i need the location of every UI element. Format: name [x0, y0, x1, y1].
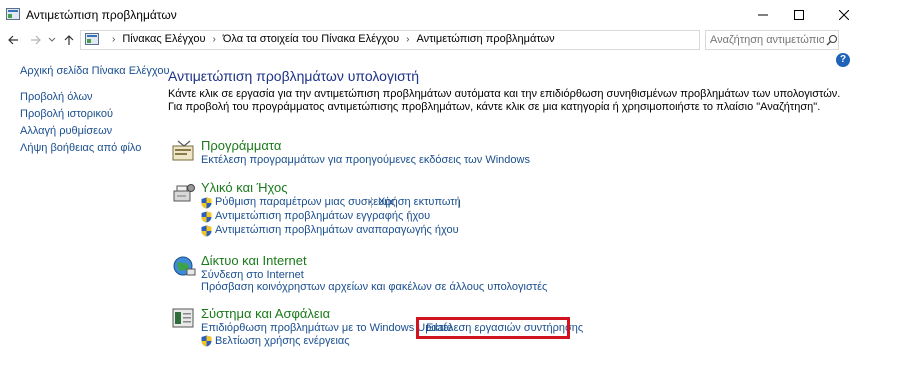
connect-to-internet-link[interactable]: Σύνδεση στο Internet [201, 269, 304, 281]
navigation-bar: › Πίνακας Ελέγχου › Όλα τα στοιχεία του … [0, 30, 913, 50]
breadcrumb-separator[interactable]: › [406, 34, 409, 45]
breadcrumb: › Πίνακας Ελέγχου › Όλα τα στοιχεία του … [85, 33, 555, 45]
category-title[interactable]: Προγράμματα [201, 138, 281, 153]
run-older-programs-link[interactable]: Εκτέλεση προγραμμάτων για προηγούμενες ε… [201, 154, 530, 166]
forward-button[interactable] [27, 31, 45, 49]
troubleshoot-audio-playback-link[interactable]: Αντιμετώπιση προβλημάτων αναπαραγωγής ήχ… [215, 224, 459, 236]
view-history-link[interactable]: Προβολή ιστορικού [20, 108, 113, 120]
system-security-icon [172, 308, 194, 328]
category-title[interactable]: Σύστημα και Ασφάλεια [201, 306, 330, 321]
control-panel-home-link[interactable]: Αρχική σελίδα Πίνακα Ελέγχου [20, 65, 170, 77]
access-shared-files-link[interactable]: Πρόσβαση κοινόχρηστων αρχείων και φακέλω… [201, 281, 547, 293]
shield-icon [201, 225, 212, 237]
fix-windows-update-link[interactable]: Επιδιόρθωση προβλημάτων με το Windows Up… [201, 322, 453, 334]
control-panel-icon [85, 33, 99, 45]
breadcrumb-troubleshooting[interactable]: Αντιμετώπιση προβλημάτων [416, 33, 554, 45]
title-bar: Αντιμετώπιση προβλημάτων [0, 0, 913, 30]
link-separator [371, 197, 372, 208]
category-title[interactable]: Υλικό και Ήχος [201, 180, 287, 195]
arrow-left-icon [8, 35, 18, 45]
improve-power-usage-link[interactable]: Βελτίωση χρήσης ενέργειας [215, 335, 350, 347]
link-separator [458, 197, 459, 208]
get-help-from-friend-link[interactable]: Λήψη βοήθειας από φίλο [20, 142, 141, 154]
category-title[interactable]: Δίκτυο και Internet [201, 253, 307, 268]
close-icon [839, 10, 849, 20]
breadcrumb-separator[interactable]: › [213, 34, 216, 45]
breadcrumb-separator[interactable]: › [112, 34, 115, 45]
minimize-icon [758, 14, 768, 16]
programs-icon [172, 140, 194, 161]
breadcrumb-control-panel[interactable]: Πίνακας Ελέγχου [122, 33, 205, 45]
up-button[interactable] [60, 31, 78, 49]
help-button[interactable]: ? [836, 53, 850, 67]
view-all-link[interactable]: Προβολή όλων [20, 91, 93, 103]
page-title: Αντιμετώπιση προβλημάτων υπολογιστή [168, 68, 420, 84]
arrow-up-icon [64, 35, 74, 45]
breadcrumb-all-items[interactable]: Όλα τα στοιχεία του Πίνακα Ελέγχου [223, 33, 399, 45]
shield-icon [201, 211, 212, 223]
page-description: Κάντε κλικ σε εργασία για την αντιμετώπι… [168, 88, 841, 113]
search-box[interactable] [705, 30, 839, 50]
shield-icon [201, 197, 212, 209]
hardware-sound-icon [173, 184, 195, 202]
maximize-button[interactable] [776, 0, 822, 30]
window-title: Αντιμετώπιση προβλημάτων [26, 8, 177, 22]
recent-locations-button[interactable] [46, 31, 58, 49]
control-panel-icon [6, 8, 20, 20]
search-input[interactable] [706, 31, 824, 49]
close-button[interactable] [821, 0, 867, 30]
change-settings-link[interactable]: Αλλαγή ρυθμίσεων [20, 125, 112, 137]
arrow-right-icon [31, 35, 41, 45]
use-printer-link[interactable]: Χρήση εκτυπωτή [378, 196, 461, 208]
network-internet-icon [173, 256, 196, 276]
link-separator [408, 211, 409, 222]
search-icon[interactable] [826, 34, 838, 46]
troubleshoot-audio-recording-link[interactable]: Αντιμετώπιση προβλημάτων εγγραφής ήχου [215, 210, 430, 222]
back-button[interactable] [4, 31, 22, 49]
highlight-box [416, 317, 570, 339]
shield-icon [201, 335, 212, 347]
chevron-down-icon [48, 37, 56, 42]
maximize-icon [794, 10, 804, 20]
configure-device-link[interactable]: Ρύθμιση παραμέτρων μιας συσκευής [215, 196, 396, 208]
address-bar[interactable]: › Πίνακας Ελέγχου › Όλα τα στοιχεία του … [80, 30, 776, 50]
